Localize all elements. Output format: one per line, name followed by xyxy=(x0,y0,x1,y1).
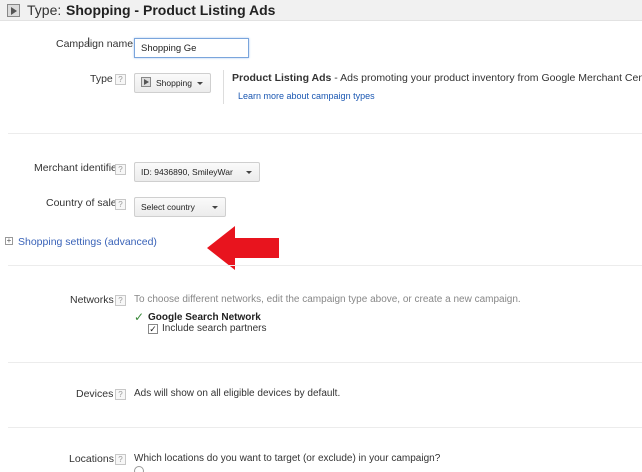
checkmark-icon: ✓ xyxy=(134,310,145,324)
locations-help-icon[interactable]: ? xyxy=(115,454,126,465)
locations-radio[interactable] xyxy=(134,466,144,472)
section-divider xyxy=(8,265,642,266)
networks-instruction: To choose different networks, edit the c… xyxy=(134,294,521,305)
chevron-down-icon xyxy=(246,171,252,174)
expand-icon[interactable]: + xyxy=(5,237,13,245)
devices-label: Devices xyxy=(76,388,114,400)
chevron-down-icon xyxy=(212,206,218,209)
shopping-type-icon xyxy=(7,4,20,17)
campaign-type-header: Type: Shopping - Product Listing Ads xyxy=(0,0,642,21)
merchant-identifier-dropdown[interactable]: ID: 9436890, SmileyWar xyxy=(134,162,260,182)
section-divider xyxy=(8,427,642,428)
networks-help-icon[interactable]: ? xyxy=(115,295,126,306)
merchant-help-icon[interactable]: ? xyxy=(115,164,126,175)
type-value-label: Shopping - Product Listing Ads xyxy=(66,2,276,18)
country-of-sale-value: Select country xyxy=(141,202,195,212)
campaign-type-value: Shopping xyxy=(156,78,192,88)
section-divider xyxy=(8,362,642,363)
campaign-type-dropdown[interactable]: Shopping xyxy=(134,73,211,93)
locations-question: Which locations do you want to target (o… xyxy=(134,453,441,464)
type-help-icon[interactable]: ? xyxy=(115,74,126,85)
type-description-title: Product Listing Ads xyxy=(232,72,332,84)
devices-help-icon[interactable]: ? xyxy=(115,389,126,400)
text-cursor-icon: I xyxy=(87,35,91,49)
section-divider xyxy=(8,133,642,134)
merchant-identifier-value: ID: 9436890, SmileyWar xyxy=(141,167,233,177)
include-search-partners-checkbox[interactable]: ✓ xyxy=(148,324,158,334)
merchant-identifier-label: Merchant identifier xyxy=(34,162,121,174)
google-search-network-label: Google Search Network xyxy=(148,312,261,323)
chevron-down-icon xyxy=(197,82,203,85)
type-description-text: - Ads promoting your product inventory f… xyxy=(331,72,642,84)
include-search-partners-label: Include search partners xyxy=(162,323,267,334)
country-of-sale-label: Country of sale xyxy=(46,197,117,209)
devices-description: Ads will show on all eligible devices by… xyxy=(134,388,341,399)
shopping-icon xyxy=(141,77,151,87)
type-label: Type xyxy=(90,73,113,85)
type-description: Product Listing Ads - Ads promoting your… xyxy=(232,72,642,84)
type-prefix-label: Type: xyxy=(27,2,62,18)
campaign-name-input[interactable] xyxy=(134,38,249,58)
type-divider xyxy=(223,70,224,104)
country-help-icon[interactable]: ? xyxy=(115,199,126,210)
locations-label: Locations xyxy=(69,453,114,465)
campaign-name-label: Campaign name xyxy=(56,38,134,50)
country-of-sale-dropdown[interactable]: Select country xyxy=(134,197,226,217)
shopping-settings-advanced-link[interactable]: Shopping settings (advanced) xyxy=(18,236,157,248)
learn-more-campaign-types-link[interactable]: Learn more about campaign types xyxy=(238,91,375,101)
networks-label: Networks xyxy=(70,294,114,306)
